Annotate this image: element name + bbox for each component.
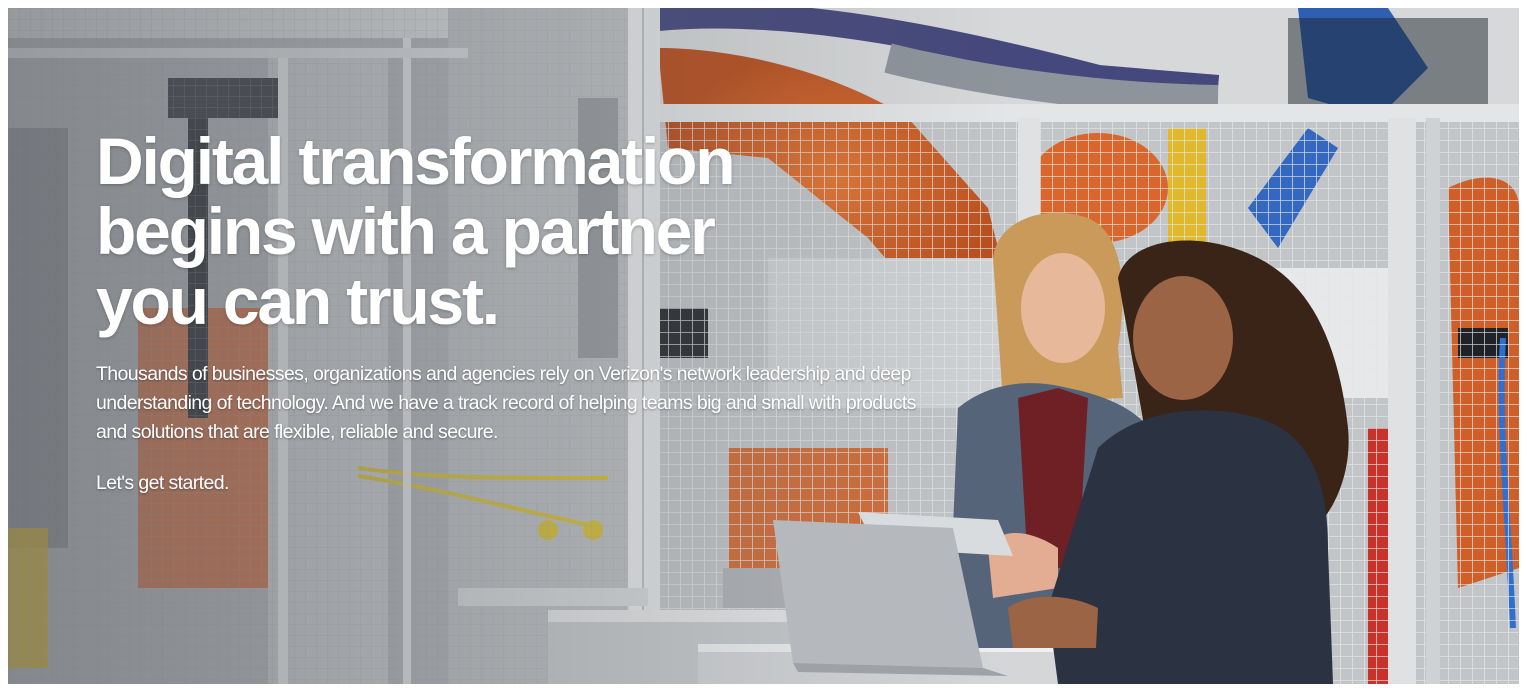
headline-line-1: Digital transformation [96,124,736,198]
get-started-link[interactable]: Let's get started. [96,470,229,496]
headline-line-2: begins with a partner [96,194,716,268]
headline-line-3: you can trust. [96,264,500,338]
hero-description: Thousands of businesses, organizations a… [96,363,916,443]
hero-banner: Digital transformation begins with a par… [8,8,1519,684]
hero-copy: Digital transformation begins with a par… [96,126,936,496]
hero-headline: Digital transformation begins with a par… [96,126,936,336]
